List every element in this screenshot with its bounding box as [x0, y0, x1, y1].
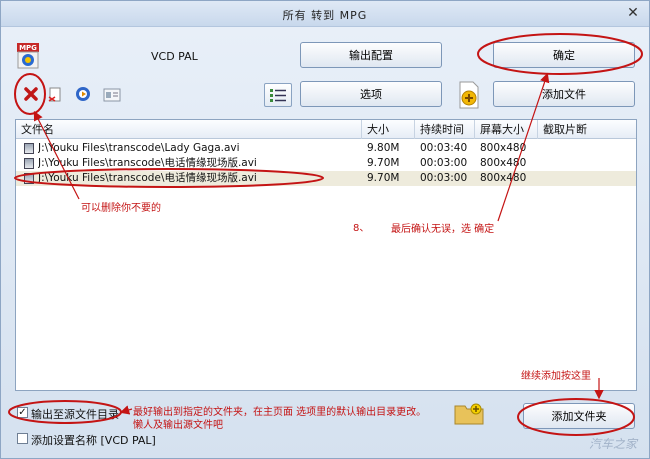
file-screen-size: 800x480 — [480, 157, 527, 169]
profile-name: VCD PAL — [151, 50, 198, 63]
clear-icon[interactable] — [47, 87, 63, 103]
play-icon[interactable] — [75, 86, 91, 102]
file-size: 9.70M — [367, 172, 400, 184]
annotation-add-more-hint: 继续添加按这里 — [521, 371, 591, 382]
file-duration: 00:03:40 — [420, 142, 468, 154]
file-name: J:\Youku Files\transcode\电话情缘现场版.avi — [38, 157, 257, 169]
add-profile-name-checkbox[interactable] — [17, 433, 28, 444]
file-list-header: 文件名 大小 持续时间 屏幕大小 截取片断 — [16, 120, 636, 139]
annotation-output-hint-line2: 懒人及输出源文件吧 — [133, 420, 223, 431]
table-row[interactable]: J:\Youku Files\transcode\电话情缘现场版.avi 9.7… — [16, 156, 636, 171]
file-icon — [24, 158, 34, 169]
add-profile-name-label[interactable]: 添加设置名称 [VCD PAL] — [31, 432, 156, 448]
file-name: J:\Youku Files\transcode\Lady Gaga.avi — [38, 142, 240, 154]
ok-button[interactable]: 确定 — [493, 42, 635, 68]
mpg-profile-icon: MPG — [17, 43, 39, 69]
column-header-screen-size[interactable]: 屏幕大小 — [475, 120, 538, 139]
table-row[interactable]: J:\Youku Files\transcode\Lady Gaga.avi 9… — [16, 141, 636, 156]
annotation-arrow-output — [119, 405, 133, 415]
annotation-step-number: 8、 — [353, 223, 370, 234]
title-bar: 所有 转到 MPG ✕ — [1, 1, 649, 27]
column-header-duration[interactable]: 持续时间 — [415, 120, 475, 139]
add-file-button[interactable]: 添加文件 — [493, 81, 635, 107]
column-header-clip[interactable]: 截取片断 — [538, 120, 636, 139]
format-convert-window: 所有 转到 MPG ✕ MPG VCD PAL 输出配置 确定 选项 添加文件 … — [0, 0, 650, 459]
file-icon — [24, 143, 34, 154]
folder-icon[interactable] — [454, 401, 484, 425]
list-icon[interactable] — [264, 83, 292, 107]
close-icon[interactable]: ✕ — [625, 5, 641, 21]
file-size: 9.70M — [367, 157, 400, 169]
add-folder-button[interactable]: 添加文件夹 — [523, 403, 635, 429]
watermark-logo: 汽车之家 — [588, 437, 637, 451]
file-name: J:\Youku Files\transcode\电话情缘现场版.avi — [38, 172, 257, 184]
file-duration: 00:03:00 — [420, 157, 468, 169]
annotation-confirm-hint: 最后确认无误，选 确定 — [391, 224, 495, 235]
file-screen-size: 800x480 — [480, 142, 527, 154]
output-config-button[interactable]: 输出配置 — [300, 42, 442, 68]
table-row-selected[interactable]: J:\Youku Files\transcode\电话情缘现场版.avi 9.7… — [16, 171, 636, 186]
output-to-source-checkbox[interactable]: ✓ — [17, 407, 28, 418]
file-duration: 00:03:00 — [420, 172, 468, 184]
add-icon[interactable] — [457, 81, 481, 109]
options-button[interactable]: 选项 — [300, 81, 442, 107]
info-icon[interactable] — [103, 87, 121, 103]
file-screen-size: 800x480 — [480, 172, 527, 184]
mpg-badge-text: MPG — [19, 44, 37, 52]
delete-icon[interactable] — [23, 86, 39, 102]
window-title: 所有 转到 MPG — [282, 9, 368, 22]
column-header-size[interactable]: 大小 — [362, 120, 415, 139]
output-to-source-label[interactable]: 输出至源文件目录 — [31, 406, 119, 422]
file-icon — [24, 173, 34, 184]
annotation-delete-hint: 可以删除你不要的 — [81, 203, 161, 214]
file-size: 9.80M — [367, 142, 400, 154]
file-list[interactable]: 文件名 大小 持续时间 屏幕大小 截取片断 J:\Youku Files\tra… — [15, 119, 637, 391]
column-header-filename[interactable]: 文件名 — [16, 120, 362, 139]
